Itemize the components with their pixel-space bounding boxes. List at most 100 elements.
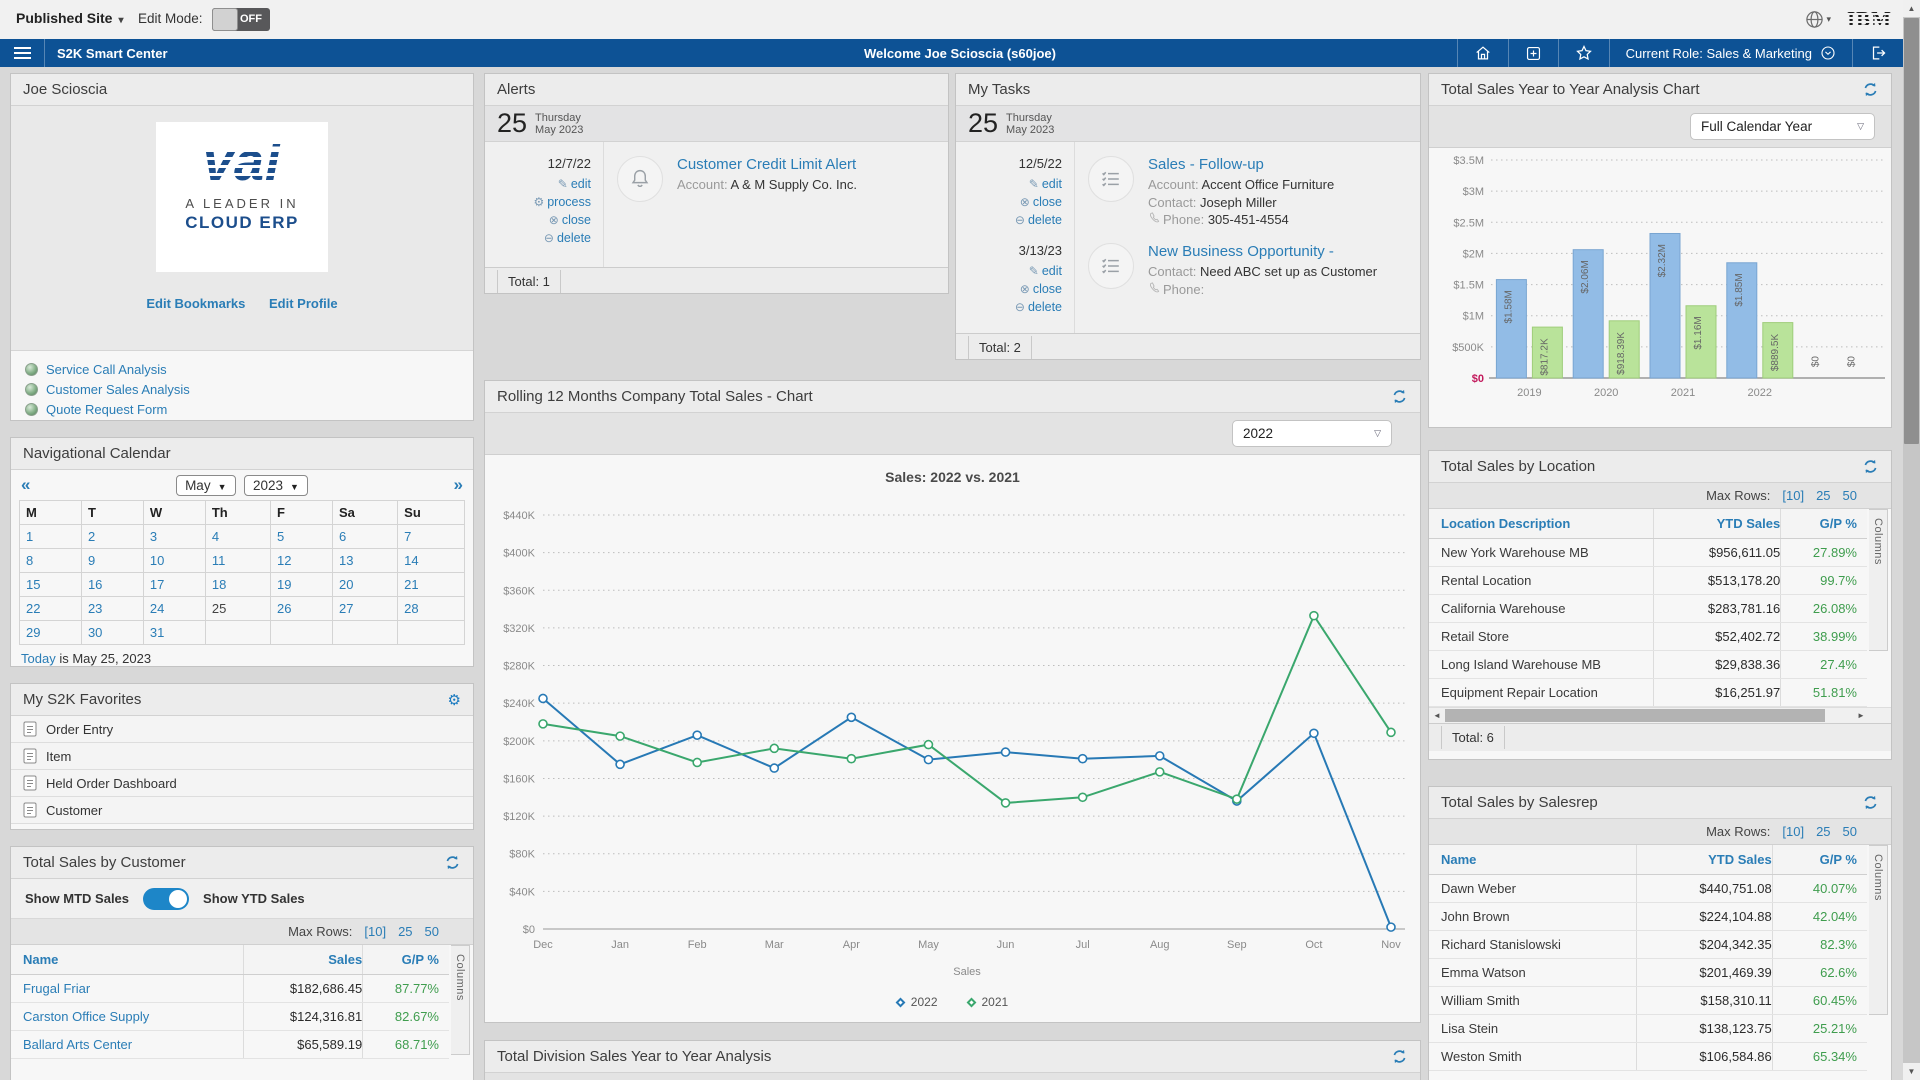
- calendar-day[interactable]: 14: [398, 549, 465, 573]
- table-row[interactable]: Lisa Stein $138,123.75 25.21%: [1429, 1015, 1867, 1043]
- table-row[interactable]: California Warehouse $283,781.16 26.08%: [1429, 595, 1867, 623]
- chart-year-select[interactable]: 2022▽: [1232, 420, 1392, 447]
- table-row[interactable]: Retail Store $52,402.72 38.99%: [1429, 623, 1867, 651]
- calendar-day[interactable]: 27: [332, 597, 397, 621]
- add-tab-button[interactable]: [1508, 39, 1558, 67]
- table-row[interactable]: Equipment Repair Location $16,251.97 51.…: [1429, 679, 1867, 707]
- columns-tab[interactable]: Columns: [1869, 509, 1888, 651]
- scroll-left-icon[interactable]: ◄: [1429, 708, 1445, 723]
- calendar-day[interactable]: 31: [143, 621, 205, 645]
- page-scrollbar[interactable]: ▲ ▼: [1903, 0, 1920, 1080]
- bookmark-link[interactable]: New Customer Request Form: [25, 419, 473, 421]
- refresh-icon[interactable]: [1862, 81, 1879, 98]
- home-button[interactable]: [1457, 39, 1508, 67]
- favorite-item[interactable]: Customer: [11, 797, 473, 824]
- favorite-item[interactable]: Order Entry: [11, 716, 473, 743]
- scrollbar-thumb[interactable]: [1904, 18, 1919, 444]
- current-role-menu[interactable]: Current Role: Sales & Marketing: [1609, 39, 1852, 67]
- delete-action-link[interactable]: ⊖delete: [956, 211, 1062, 229]
- published-site-menu[interactable]: Published Site▾: [16, 10, 124, 26]
- calendar-day[interactable]: 7: [398, 525, 465, 549]
- close-action-link[interactable]: ⊗close: [956, 193, 1062, 211]
- calendar-day[interactable]: 21: [398, 573, 465, 597]
- close-action-link[interactable]: ⊗close: [956, 280, 1062, 298]
- calendar-day[interactable]: [271, 621, 333, 645]
- calendar-day[interactable]: 19: [271, 573, 333, 597]
- calendar-day[interactable]: 28: [398, 597, 465, 621]
- table-row[interactable]: Richard Stanislowski $204,342.35 82.3%: [1429, 931, 1867, 959]
- calendar-day[interactable]: 24: [143, 597, 205, 621]
- calendar-day[interactable]: 29: [20, 621, 82, 645]
- delete-action-link[interactable]: ⊖delete: [956, 298, 1062, 316]
- calendar-day[interactable]: 20: [332, 573, 397, 597]
- year-select[interactable]: 2023▼: [244, 475, 308, 496]
- max-rows-10[interactable]: [10]: [364, 924, 386, 939]
- calendar-day[interactable]: 26: [271, 597, 333, 621]
- refresh-icon[interactable]: [1391, 1048, 1408, 1065]
- table-row[interactable]: Frugal Friar $182,686.45 87.77%: [11, 975, 449, 1003]
- bookmark-link[interactable]: Quote Request Form: [25, 399, 473, 419]
- table-row[interactable]: Ballard Arts Center $65,589.19 68.71%: [11, 1031, 449, 1059]
- calendar-day[interactable]: 9: [81, 549, 143, 573]
- gear-icon[interactable]: ⚙: [448, 691, 461, 709]
- table-row[interactable]: Emma Watson $201,469.39 62.6%: [1429, 959, 1867, 987]
- globe-menu[interactable]: ▾: [1805, 10, 1831, 29]
- horizontal-scrollbar[interactable]: ◄ ►: [1429, 707, 1891, 723]
- delete-action-link[interactable]: ⊖delete: [485, 229, 591, 247]
- max-rows-50[interactable]: 50: [1843, 488, 1857, 503]
- edit-action-link[interactable]: ✎edit: [956, 262, 1062, 280]
- calendar-day[interactable]: 25: [205, 597, 270, 621]
- calendar-day[interactable]: 16: [81, 573, 143, 597]
- table-row[interactable]: John Brown $224,104.88 42.04%: [1429, 903, 1867, 931]
- max-rows-25[interactable]: 25: [398, 924, 412, 939]
- calendar-day[interactable]: 30: [81, 621, 143, 645]
- calendar-day[interactable]: [398, 621, 465, 645]
- mtd-ytd-toggle[interactable]: [143, 888, 189, 910]
- calendar-day[interactable]: 8: [20, 549, 82, 573]
- favorites-button[interactable]: [1558, 39, 1609, 67]
- calendar-day[interactable]: 2: [81, 525, 143, 549]
- calendar-day[interactable]: 15: [20, 573, 82, 597]
- calendar-day[interactable]: 1: [20, 525, 82, 549]
- scroll-up-icon[interactable]: ▲: [1903, 0, 1920, 17]
- legend-item[interactable]: 2022: [897, 995, 938, 1009]
- calendar-range-select[interactable]: Full Calendar Year▽: [1690, 113, 1875, 140]
- columns-tab[interactable]: Columns: [1869, 845, 1888, 1015]
- edit-action-link[interactable]: ✎edit: [485, 175, 591, 193]
- calendar-day[interactable]: 17: [143, 573, 205, 597]
- calendar-day[interactable]: [205, 621, 270, 645]
- columns-tab[interactable]: Columns: [451, 945, 470, 1055]
- calendar-day[interactable]: 11: [205, 549, 270, 573]
- max-rows-25[interactable]: 25: [1816, 488, 1830, 503]
- close-action-link[interactable]: ⊗close: [485, 211, 591, 229]
- max-rows-50[interactable]: 50: [1843, 824, 1857, 839]
- calendar-day[interactable]: 22: [20, 597, 82, 621]
- legend-item[interactable]: 2021: [968, 995, 1009, 1009]
- max-rows-50[interactable]: 50: [425, 924, 439, 939]
- calendar-next-button[interactable]: »: [454, 475, 463, 495]
- calendar-day[interactable]: 3: [143, 525, 205, 549]
- table-row[interactable]: Rental Location $513,178.20 99.7%: [1429, 567, 1867, 595]
- logout-button[interactable]: [1852, 39, 1903, 67]
- bookmark-link[interactable]: Customer Sales Analysis: [25, 379, 473, 399]
- max-rows-25[interactable]: 25: [1816, 824, 1830, 839]
- calendar-day[interactable]: 12: [271, 549, 333, 573]
- calendar-day[interactable]: 13: [332, 549, 397, 573]
- process-action-link[interactable]: ⚙process: [485, 193, 591, 211]
- calendar-day[interactable]: 6: [332, 525, 397, 549]
- item-title-link[interactable]: Customer Credit Limit Alert: [677, 156, 857, 173]
- edit-bookmarks-link[interactable]: Edit Bookmarks: [146, 296, 245, 311]
- refresh-icon[interactable]: [1862, 458, 1879, 475]
- favorite-item[interactable]: Held Order Dashboard: [11, 770, 473, 797]
- refresh-icon[interactable]: [1862, 794, 1879, 811]
- table-row[interactable]: Carston Office Supply $124,316.81 82.67%: [11, 1003, 449, 1031]
- table-row[interactable]: William Smith $158,310.11 60.45%: [1429, 987, 1867, 1015]
- month-select[interactable]: May▼: [176, 475, 235, 496]
- scroll-right-icon[interactable]: ►: [1853, 708, 1869, 723]
- table-row[interactable]: Dawn Weber $440,751.08 40.07%: [1429, 875, 1867, 903]
- bookmark-link[interactable]: Service Call Analysis: [25, 359, 473, 379]
- today-link[interactable]: Today: [21, 651, 56, 666]
- item-title-link[interactable]: Sales - Follow-up: [1148, 156, 1334, 173]
- calendar-prev-button[interactable]: «: [21, 475, 30, 495]
- calendar-day[interactable]: 5: [271, 525, 333, 549]
